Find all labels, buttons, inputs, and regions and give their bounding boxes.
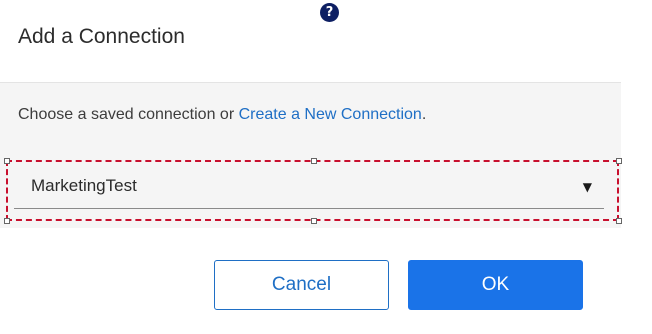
prompt-end: .	[421, 106, 427, 123]
create-new-connection-link[interactable]: Create a New Connection	[239, 106, 422, 123]
ok-button[interactable]: OK	[408, 260, 583, 310]
dialog-header: Add a Connection	[0, 0, 621, 83]
resize-handle	[616, 218, 622, 224]
resize-handle	[311, 218, 317, 224]
resize-handle	[616, 158, 622, 164]
help-icon[interactable]: ?	[320, 3, 339, 22]
chevron-down-icon: ▼	[582, 180, 592, 194]
cancel-button[interactable]: Cancel	[214, 260, 389, 310]
prompt-text: Choose a saved connection or	[18, 106, 239, 123]
connection-select[interactable]: MarketingTest ▼	[14, 166, 604, 209]
dialog-title: Add a Connection	[18, 25, 185, 48]
resize-handle	[4, 158, 10, 164]
connection-select-value: MarketingTest	[31, 176, 137, 195]
connection-prompt: Choose a saved connection or Create a Ne…	[18, 106, 426, 124]
resize-handle	[4, 218, 10, 224]
add-connection-dialog: Add a Connection Choose a saved connecti…	[0, 0, 622, 334]
resize-handle	[311, 158, 317, 164]
